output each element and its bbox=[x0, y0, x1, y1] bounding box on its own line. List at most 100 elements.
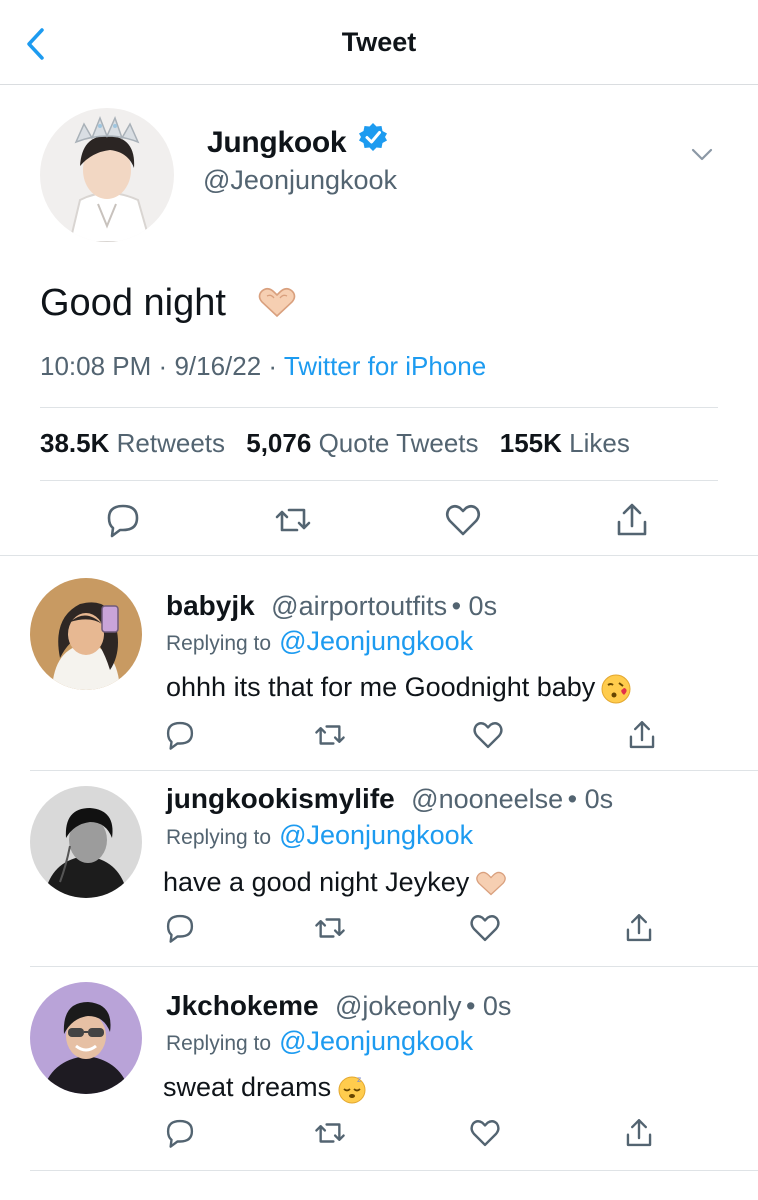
replying-mention-link[interactable]: @Jeonjungkook bbox=[279, 820, 473, 850]
reply-avatar-image bbox=[30, 982, 142, 1094]
reply-avatar[interactable] bbox=[30, 578, 142, 690]
likes-count: 155K bbox=[499, 428, 562, 458]
reply-icon bbox=[107, 504, 139, 538]
reply-avatar[interactable] bbox=[30, 982, 142, 1094]
reply-share-button[interactable] bbox=[622, 911, 656, 945]
reply-reply-button[interactable] bbox=[163, 911, 197, 945]
quote-tweets-stat[interactable]: 5,076 Quote Tweets bbox=[246, 428, 478, 458]
reply-avatar-image bbox=[30, 578, 142, 690]
replying-to: Replying to @Jeonjungkook bbox=[166, 626, 473, 657]
divider bbox=[30, 1170, 758, 1171]
reply-avatar[interactable] bbox=[30, 786, 142, 898]
reply-author-name[interactable]: Jkchokeme bbox=[166, 990, 319, 1021]
reply-like-button[interactable] bbox=[468, 1116, 502, 1150]
chevron-down-icon bbox=[691, 148, 713, 161]
reply-avatar-image bbox=[30, 786, 142, 898]
like-icon bbox=[445, 504, 481, 536]
verified-badge-icon bbox=[358, 122, 388, 152]
author-handle[interactable]: @Jeonjungkook bbox=[203, 165, 397, 196]
tweet-source-link[interactable]: Twitter for iPhone bbox=[284, 351, 486, 381]
reply-reply-button[interactable] bbox=[163, 1116, 197, 1150]
tweet-meta: 10:08 PM · 9/16/22 · Twitter for iPhone bbox=[40, 351, 486, 382]
replying-mention-link[interactable]: @Jeonjungkook bbox=[279, 1026, 473, 1056]
reply-retweet-button[interactable] bbox=[313, 911, 347, 945]
replying-to: Replying to @Jeonjungkook bbox=[166, 820, 473, 851]
reply-author-handle[interactable]: @airportoutfits bbox=[271, 591, 447, 621]
retweet-icon bbox=[315, 918, 345, 938]
like-icon bbox=[470, 1120, 500, 1147]
replying-mention-link[interactable]: @Jeonjungkook bbox=[279, 626, 473, 656]
reply-author-handle[interactable]: @jokeonly bbox=[335, 991, 461, 1021]
divider bbox=[30, 966, 758, 967]
reply-icon bbox=[166, 914, 194, 943]
author-name[interactable]: Jungkook bbox=[207, 126, 347, 160]
retweet-icon bbox=[315, 725, 345, 745]
divider bbox=[0, 555, 758, 556]
tweet-date: 9/16/22 bbox=[174, 351, 262, 381]
author-avatar[interactable] bbox=[40, 108, 174, 242]
quote-tweets-label: Quote Tweets bbox=[318, 428, 479, 458]
reply-icon bbox=[166, 1119, 194, 1148]
divider bbox=[40, 407, 718, 408]
like-button[interactable] bbox=[443, 500, 483, 540]
reply-time: • 0s bbox=[567, 784, 614, 814]
share-button[interactable] bbox=[612, 500, 652, 540]
svg-text:z: z bbox=[357, 1075, 361, 1084]
replying-to: Replying to @Jeonjungkook bbox=[166, 1026, 473, 1057]
face-blowing-kiss-icon bbox=[600, 673, 632, 710]
top-bar: Tweet bbox=[0, 0, 758, 85]
share-icon bbox=[626, 914, 652, 942]
sleeping-face-icon: z bbox=[336, 1073, 368, 1110]
divider bbox=[30, 770, 758, 771]
replying-label: Replying to bbox=[166, 826, 272, 849]
quote-tweets-count: 5,076 bbox=[246, 428, 312, 458]
likes-label: Likes bbox=[569, 428, 630, 458]
more-options-button[interactable] bbox=[688, 142, 716, 166]
likes-stat[interactable]: 155K Likes bbox=[500, 428, 630, 458]
reply-author-handle[interactable]: @nooneelse bbox=[411, 784, 563, 814]
tweet-stats: 38.5K Retweets 5,076 Quote Tweets 155K L… bbox=[40, 428, 644, 459]
reply-retweet-button[interactable] bbox=[313, 1116, 347, 1150]
reply-reply-button[interactable] bbox=[163, 718, 197, 752]
replying-label: Replying to bbox=[166, 632, 272, 655]
share-icon bbox=[629, 721, 655, 749]
like-icon bbox=[473, 722, 503, 749]
reply-author-name[interactable]: babyjk bbox=[166, 590, 255, 621]
reply-like-button[interactable] bbox=[468, 911, 502, 945]
reply-like-button[interactable] bbox=[471, 718, 505, 752]
replying-label: Replying to bbox=[166, 1032, 272, 1055]
reply-text: ohhh its that for me Goodnight baby bbox=[166, 672, 596, 702]
page-title: Tweet bbox=[341, 27, 417, 57]
meta-separator: · bbox=[158, 351, 168, 381]
reply-button[interactable] bbox=[103, 500, 143, 540]
retweet-icon bbox=[315, 1123, 345, 1143]
reply-body: have a good night Jeykey bbox=[163, 867, 508, 903]
reply-header: jungkookismylife @nooneelse • 0s bbox=[166, 783, 613, 815]
retweet-icon bbox=[275, 508, 311, 532]
reply-text: sweat dreams bbox=[163, 1072, 332, 1102]
retweets-count: 38.5K bbox=[40, 428, 110, 458]
reply-text: have a good night Jeykey bbox=[163, 867, 470, 897]
tweet-text: Good night bbox=[40, 282, 226, 324]
meta-separator: · bbox=[268, 351, 278, 381]
share-icon bbox=[617, 503, 647, 536]
retweets-label: Retweets bbox=[116, 428, 226, 458]
reply-author-name[interactable]: jungkookismylife bbox=[166, 783, 395, 814]
reply-header: Jkchokeme @jokeonly • 0s bbox=[166, 990, 511, 1022]
reply-retweet-button[interactable] bbox=[313, 718, 347, 752]
reply-time: • 0s bbox=[465, 991, 512, 1021]
reply-share-button[interactable] bbox=[625, 718, 659, 752]
heart-hands-icon bbox=[474, 870, 508, 903]
reply-time: • 0s bbox=[451, 591, 498, 621]
reply-body: ohhh its that for me Goodnight baby bbox=[166, 672, 632, 710]
share-icon bbox=[626, 1119, 652, 1147]
like-icon bbox=[470, 915, 500, 942]
reply-icon bbox=[166, 721, 194, 750]
retweet-button[interactable] bbox=[273, 500, 313, 540]
reply-body: sweat dreams z bbox=[163, 1072, 368, 1110]
author-photo bbox=[40, 108, 174, 242]
reply-share-button[interactable] bbox=[622, 1116, 656, 1150]
divider bbox=[40, 480, 718, 481]
tweet-time: 10:08 PM bbox=[40, 351, 152, 381]
retweets-stat[interactable]: 38.5K Retweets bbox=[40, 428, 225, 458]
